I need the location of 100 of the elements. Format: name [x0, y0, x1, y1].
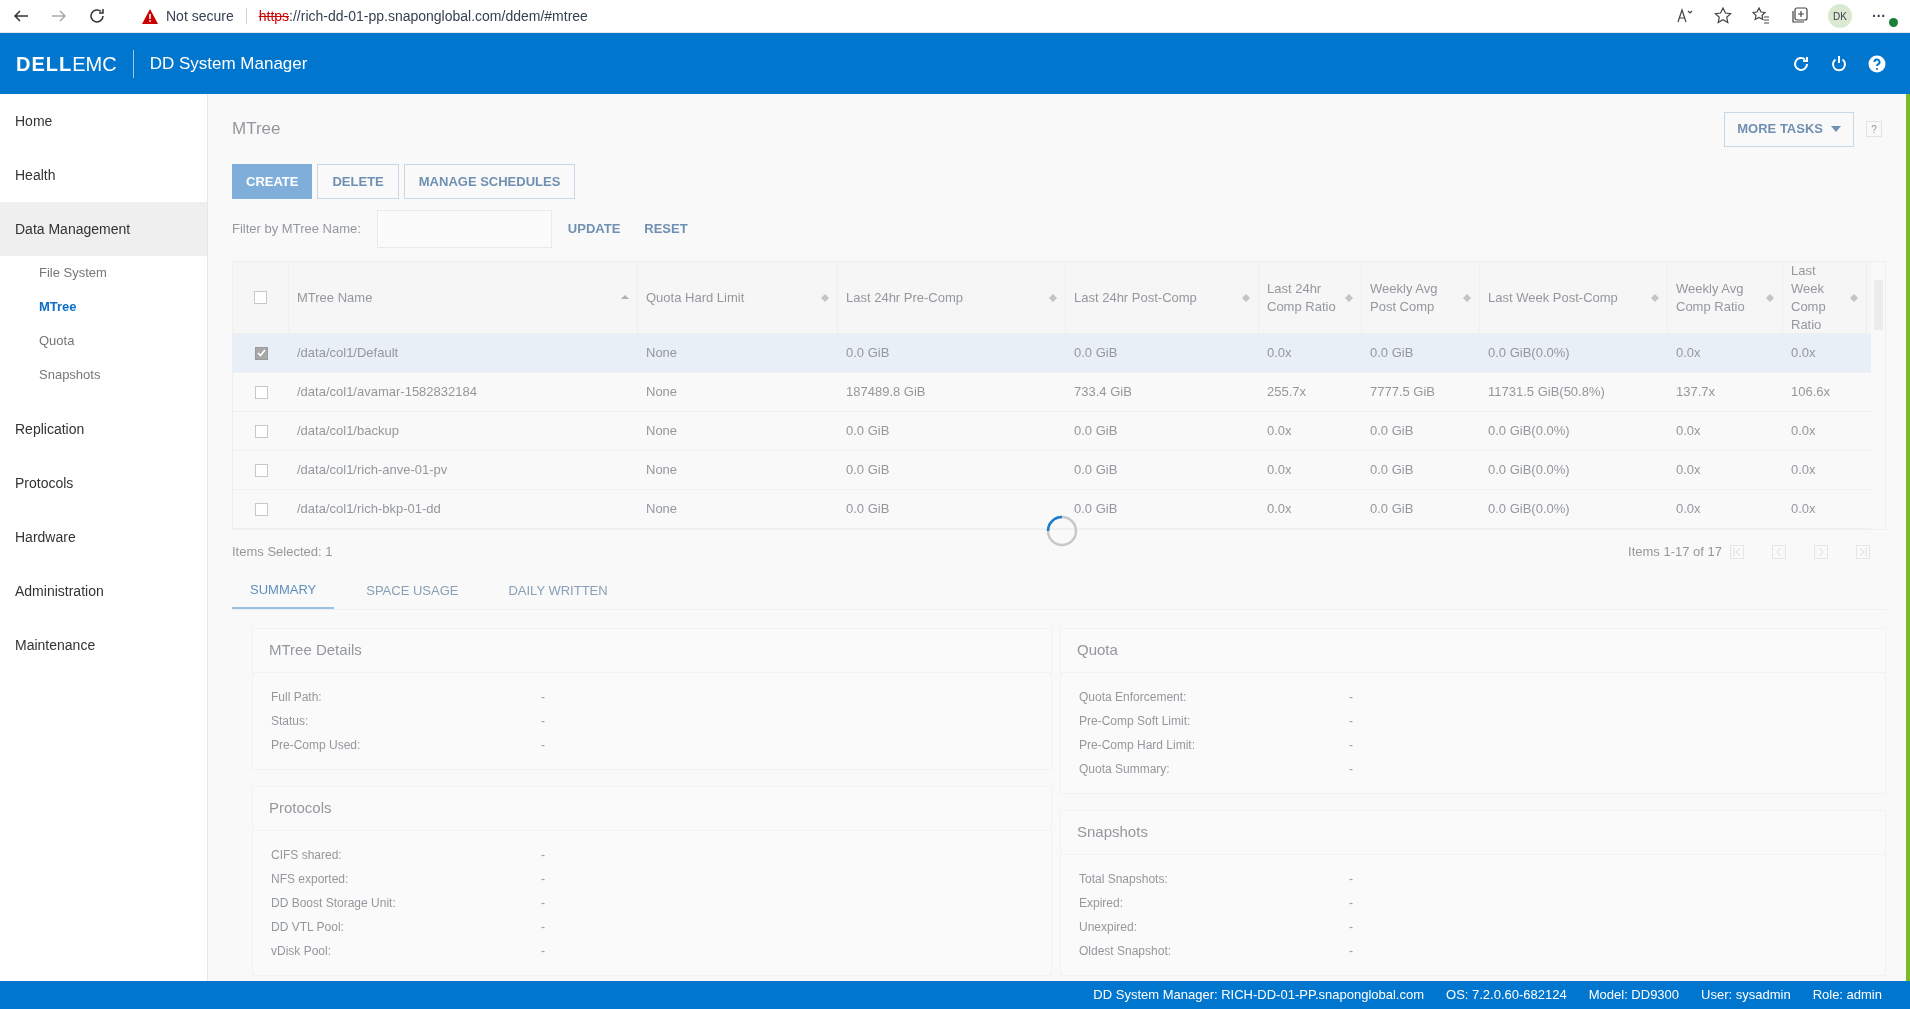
column-header[interactable]: Weekly Avg Comp Ratio: [1668, 262, 1783, 333]
sidebar-subitem[interactable]: Snapshots: [0, 358, 207, 392]
sidebar-item[interactable]: Home: [0, 94, 207, 148]
table-cell: None: [646, 345, 678, 361]
table-cell: 0.0 GiB: [1370, 423, 1414, 439]
sidebar-item[interactable]: Data Management: [0, 202, 207, 256]
field-value: -: [1349, 761, 1353, 778]
field-value: -: [541, 871, 545, 888]
panel-title: Snapshots: [1077, 822, 1148, 843]
row-checkbox[interactable]: [254, 424, 268, 438]
table-row[interactable]: /data/col1/rich-bkp-01-dd None 0.0 GiB 0.0 GiB 0.0x 0.0 GiB 0.0 GiB(0.0%) 0.0x 0.0x: [233, 490, 1871, 529]
field-label: Expired:: [1079, 895, 1125, 912]
tab[interactable]: SPACE USAGE: [348, 573, 477, 609]
column-header[interactable]: Last Week Comp Ratio: [1783, 262, 1867, 333]
table-cell: None: [646, 384, 678, 400]
field-label: DD Boost Storage Unit:: [271, 895, 397, 912]
column-header[interactable]: Last 24hr Comp Ratio: [1259, 262, 1362, 333]
table-cell: None: [646, 501, 678, 517]
read-aloud-icon[interactable]: [1676, 8, 1694, 24]
sidebar-item[interactable]: Hardware: [0, 510, 207, 564]
favorites-icon[interactable]: [1752, 7, 1770, 25]
action-button[interactable]: CREATE: [232, 164, 313, 199]
help-button[interactable]: ?: [1866, 121, 1882, 137]
table-cell: 0.0 GiB: [1370, 501, 1414, 517]
next-page-icon[interactable]: [1814, 545, 1828, 559]
tab[interactable]: SUMMARY: [232, 573, 335, 609]
table-row[interactable]: /data/col1/rich-anve-01-pv None 0.0 GiB 0.0 GiB 0.0x 0.0 GiB 0.0 GiB(0.0%) 0.0x 0.0x: [233, 451, 1871, 490]
sort-icon[interactable]: [1242, 293, 1250, 302]
help-icon[interactable]: [1868, 54, 1886, 73]
column-header[interactable]: Quota Hard Limit: [638, 262, 838, 333]
sort-ascending-icon[interactable]: [621, 293, 629, 302]
column-header[interactable]: MTree Name: [289, 262, 638, 333]
address-bar[interactable]: https://rich-dd-01-pp.snaponglobal.com/ddem/#mtree: [258, 5, 588, 27]
collections-icon[interactable]: [1790, 7, 1808, 25]
table-cell: 11731.5 GiB(50.8%): [1488, 384, 1605, 400]
table-cell: 0.0x: [1267, 462, 1292, 478]
field-value: -: [541, 689, 545, 706]
column-header[interactable]: Last Week Post-Comp: [1480, 262, 1668, 333]
sidebar-subitem[interactable]: MTree: [0, 290, 207, 324]
sort-icon[interactable]: [821, 293, 829, 302]
field-value: -: [541, 847, 545, 864]
field-value: -: [1349, 737, 1353, 754]
action-button[interactable]: DELETE: [317, 164, 399, 199]
sort-icon[interactable]: [1850, 293, 1858, 302]
field-label: Quota Summary:: [1079, 761, 1171, 778]
row-checkbox[interactable]: [254, 463, 268, 477]
table-cell: 106.6x: [1791, 384, 1831, 400]
sidebar-item[interactable]: Replication: [0, 402, 207, 456]
more-tasks-dropdown[interactable]: MORE TASKS: [1724, 111, 1854, 147]
field-value: -: [1349, 919, 1353, 936]
logo: DELLEMC: [16, 51, 117, 77]
table-row[interactable]: /data/col1/avamar-1582832184 None 187489.8 GiB 733.4 GiB 255.7x 7777.5 GiB 11731.5 GiB(50.8%) 137.7x 106.6x: [233, 373, 1871, 412]
column-header[interactable]: Last 24hr Pre-Comp: [838, 262, 1066, 333]
column-header[interactable]: Last 24hr Post-Comp: [1066, 262, 1259, 333]
power-icon[interactable]: [1830, 54, 1848, 73]
table-cell: 0.0 GiB: [1370, 462, 1414, 478]
favorite-star-icon[interactable]: [1714, 7, 1732, 25]
table-cell: 0.0 GiB: [846, 501, 890, 517]
last-page-icon[interactable]: [1856, 545, 1870, 559]
first-page-icon[interactable]: [1730, 545, 1744, 559]
table-cell: 0.0 GiB(0.0%): [1488, 462, 1570, 478]
sort-icon[interactable]: [1345, 293, 1353, 302]
table-cell: /data/col1/rich-anve-01-pv: [297, 462, 448, 478]
table-cell: 0.0x: [1267, 501, 1292, 517]
table-cell: 0.0x: [1791, 345, 1816, 361]
sidebar-item[interactable]: Health: [0, 148, 207, 202]
column-header[interactable]: Weekly Avg Post Comp: [1362, 262, 1480, 333]
sort-icon[interactable]: [1651, 293, 1659, 302]
action-button[interactable]: MANAGE SCHEDULES: [403, 164, 576, 199]
tab[interactable]: DAILY WRITTEN: [490, 573, 626, 609]
refresh-icon[interactable]: [1792, 54, 1810, 73]
field-value: -: [1349, 895, 1353, 912]
sort-icon[interactable]: [1463, 293, 1471, 302]
field-label: Oldest Snapshot:: [1079, 943, 1173, 960]
table-row[interactable]: /data/col1/Default None 0.0 GiB 0.0 GiB 0.0x 0.0 GiB 0.0 GiB(0.0%) 0.0x 0.0x: [233, 334, 1871, 373]
update-link[interactable]: UPDATE: [567, 219, 621, 239]
profile-avatar[interactable]: DK: [1828, 4, 1852, 28]
reload-icon[interactable]: [88, 7, 106, 25]
row-checkbox[interactable]: [254, 346, 268, 360]
row-checkbox[interactable]: [254, 502, 268, 516]
field-value: -: [1349, 871, 1353, 888]
sort-icon[interactable]: [1766, 293, 1774, 302]
previous-page-icon[interactable]: [1772, 545, 1786, 559]
table-cell: 0.0x: [1267, 345, 1292, 361]
sidebar-subitem[interactable]: Quota: [0, 324, 207, 358]
sidebar-item[interactable]: Maintenance: [0, 618, 207, 672]
more-menu-button[interactable]: ···: [1872, 7, 1886, 24]
status-text: OS: 7.2.0.60-682124: [1446, 986, 1567, 1005]
sidebar-item[interactable]: Protocols: [0, 456, 207, 510]
field-label: NFS exported:: [271, 871, 350, 888]
sidebar-subitem[interactable]: File System: [0, 256, 207, 290]
pagination-text: Items 1-17 of 17: [1628, 543, 1722, 562]
security-label[interactable]: Not secure: [166, 5, 234, 27]
sidebar-item[interactable]: Administration: [0, 564, 207, 618]
sort-icon[interactable]: [1049, 293, 1057, 302]
row-checkbox[interactable]: [254, 385, 268, 399]
table-cell: 0.0 GiB: [1074, 345, 1118, 361]
select-all-checkbox[interactable]: [254, 291, 267, 304]
table-row[interactable]: /data/col1/backup None 0.0 GiB 0.0 GiB 0.0x 0.0 GiB 0.0 GiB(0.0%) 0.0x 0.0x: [233, 412, 1871, 451]
reset-link[interactable]: RESET: [644, 219, 688, 239]
